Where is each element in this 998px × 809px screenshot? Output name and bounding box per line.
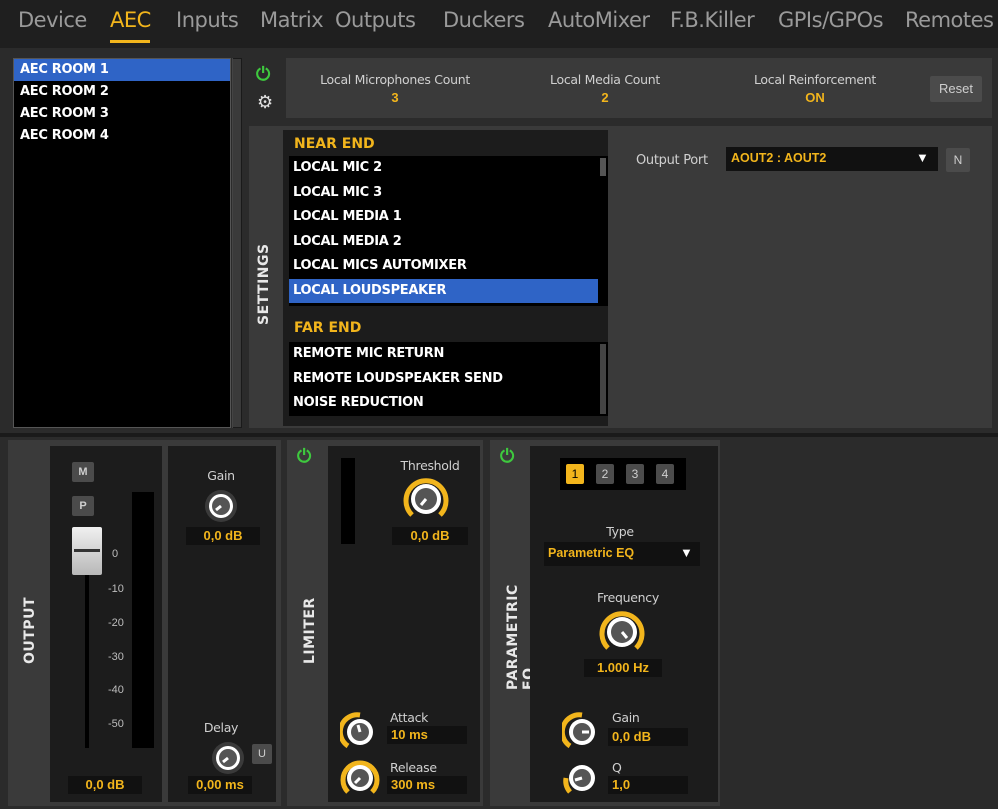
- scale-tick: -20: [108, 617, 124, 629]
- release-label: Release: [390, 760, 437, 775]
- tab-duckers[interactable]: Duckers: [443, 8, 525, 32]
- threshold-knob[interactable]: [402, 475, 450, 523]
- tab-device[interactable]: Device: [18, 8, 87, 32]
- attack-label: Attack: [390, 710, 429, 725]
- tab-matrix[interactable]: Matrix: [260, 8, 324, 32]
- near-end-list: LOCAL MIC 2 LOCAL MIC 3 LOCAL MEDIA 1 LO…: [289, 156, 598, 306]
- chevron-down-icon: ▼: [680, 545, 693, 560]
- attack-knob[interactable]: [340, 712, 380, 752]
- type-label: Type: [606, 524, 634, 539]
- mute-button[interactable]: M: [72, 462, 94, 482]
- mic-count-value: 3: [391, 90, 399, 105]
- band-button-1[interactable]: 1: [566, 464, 584, 484]
- aec-info-bar: [286, 58, 992, 118]
- room-list: AEC ROOM 1 AEC ROOM 2 AEC ROOM 3 AEC ROO…: [13, 58, 231, 428]
- output-port-value: AOUT2 : AOUT2: [731, 151, 827, 165]
- scale-tick: -40: [108, 684, 124, 696]
- delay-value[interactable]: 0,00 ms: [188, 776, 252, 794]
- power-icon[interactable]: ⏻: [256, 64, 270, 85]
- list-item[interactable]: LOCAL MICS AUTOMIXER: [289, 254, 598, 279]
- peq-gain-label: Gain: [612, 710, 640, 725]
- polarity-button[interactable]: P: [72, 496, 94, 516]
- gain-label: Gain: [207, 468, 235, 483]
- list-item[interactable]: LOCAL LOUDSPEAKER: [289, 278, 598, 303]
- mic-count-label: Local Microphones Count: [320, 72, 470, 87]
- near-end-scrollbar[interactable]: [598, 156, 608, 306]
- list-item[interactable]: REMOTE LOUDSPEAKER SEND: [289, 367, 598, 392]
- scale-tick: -50: [108, 718, 124, 730]
- level-meter: [132, 492, 154, 748]
- chevron-down-icon: ▼: [916, 150, 929, 165]
- output-port-select[interactable]: AOUT2 : AOUT2 ▼: [726, 147, 938, 171]
- limiter-meter: [341, 458, 355, 544]
- room-list-scroll-thumb[interactable]: [233, 59, 241, 427]
- settings-vertical-label: SETTINGS: [256, 243, 272, 325]
- peq-gain-value[interactable]: 0,0 dB: [608, 728, 688, 746]
- reset-button[interactable]: Reset: [930, 76, 982, 102]
- near-end-title: NEAR END: [294, 136, 375, 152]
- tab-automixer[interactable]: AutoMixer: [548, 8, 650, 32]
- media-count-label: Local Media Count: [550, 72, 660, 87]
- output-port-label: Output Port: [636, 153, 708, 168]
- tab-gpis-gpos[interactable]: GPIs/GPOs: [778, 8, 884, 32]
- frequency-label: Frequency: [597, 590, 659, 605]
- tab-inputs[interactable]: Inputs: [176, 8, 239, 32]
- tab-remotes[interactable]: Remotes: [905, 8, 994, 32]
- far-end-scroll-thumb[interactable]: [600, 344, 606, 414]
- type-value: Parametric EQ: [548, 546, 635, 560]
- list-item[interactable]: LOCAL MIC 3: [289, 181, 598, 206]
- top-nav: Device AEC Inputs Matrix Outputs Duckers…: [0, 0, 998, 48]
- threshold-value[interactable]: 0,0 dB: [392, 527, 468, 545]
- u-button[interactable]: U: [252, 744, 272, 764]
- scale-tick: -10: [108, 583, 124, 595]
- scale-tick: -30: [108, 651, 124, 663]
- gear-icon[interactable]: ⚙: [257, 92, 273, 113]
- q-value[interactable]: 1,0: [608, 776, 688, 794]
- list-item[interactable]: LOCAL MEDIA 1: [289, 205, 598, 230]
- band-button-3[interactable]: 3: [626, 464, 644, 484]
- near-end-scroll-thumb[interactable]: [600, 158, 606, 176]
- tab-aec[interactable]: AEC: [110, 8, 151, 32]
- tab-fbkiller[interactable]: F.B.Killer: [670, 8, 755, 32]
- media-count-value: 2: [601, 90, 609, 105]
- scale-tick: 0: [112, 548, 119, 560]
- band-button-2[interactable]: 2: [596, 464, 614, 484]
- far-end-title: FAR END: [294, 320, 362, 336]
- release-value[interactable]: 300 ms: [387, 776, 467, 794]
- list-item[interactable]: NOISE REDUCTION: [289, 391, 598, 416]
- delay-label: Delay: [203, 720, 239, 735]
- room-item[interactable]: AEC ROOM 1: [14, 59, 230, 81]
- fader-handle[interactable]: [72, 527, 102, 575]
- far-end-list: REMOTE MIC RETURN REMOTE LOUDSPEAKER SEN…: [289, 342, 598, 416]
- gain-value[interactable]: 0,0 dB: [186, 527, 260, 545]
- gain-knob[interactable]: [203, 488, 239, 524]
- fader-value[interactable]: 0,0 dB: [68, 776, 142, 794]
- room-item[interactable]: AEC ROOM 3: [14, 103, 230, 125]
- list-item[interactable]: REMOTE MIC RETURN: [289, 342, 598, 367]
- peq-gain-knob[interactable]: [562, 712, 602, 752]
- q-label: Q: [612, 760, 622, 775]
- list-item[interactable]: LOCAL MEDIA 2: [289, 230, 598, 255]
- band-button-4[interactable]: 4: [656, 464, 674, 484]
- peq-power-icon[interactable]: ⏻: [500, 446, 514, 467]
- q-knob[interactable]: [562, 758, 602, 798]
- limiter-vertical-label: LIMITER: [302, 597, 318, 664]
- room-item[interactable]: AEC ROOM 2: [14, 81, 230, 103]
- room-item[interactable]: AEC ROOM 4: [14, 125, 230, 147]
- limiter-power-icon[interactable]: ⏻: [297, 446, 311, 467]
- output-vertical-label: OUTPUT: [22, 597, 38, 664]
- release-knob[interactable]: [340, 758, 380, 798]
- n-button[interactable]: N: [946, 148, 970, 172]
- tab-outputs[interactable]: Outputs: [335, 8, 416, 32]
- frequency-knob[interactable]: [598, 608, 646, 656]
- reinforcement-label: Local Reinforcement: [753, 72, 877, 87]
- type-select[interactable]: Parametric EQ ▼: [544, 542, 700, 566]
- reinforcement-value: ON: [805, 90, 825, 105]
- delay-knob[interactable]: [210, 740, 246, 776]
- list-item[interactable]: LOCAL MIC 2: [289, 156, 598, 181]
- threshold-label: Threshold: [400, 458, 460, 473]
- attack-value[interactable]: 10 ms: [387, 726, 467, 744]
- active-tab-indicator: [110, 40, 150, 43]
- frequency-value[interactable]: 1.000 Hz: [584, 659, 662, 677]
